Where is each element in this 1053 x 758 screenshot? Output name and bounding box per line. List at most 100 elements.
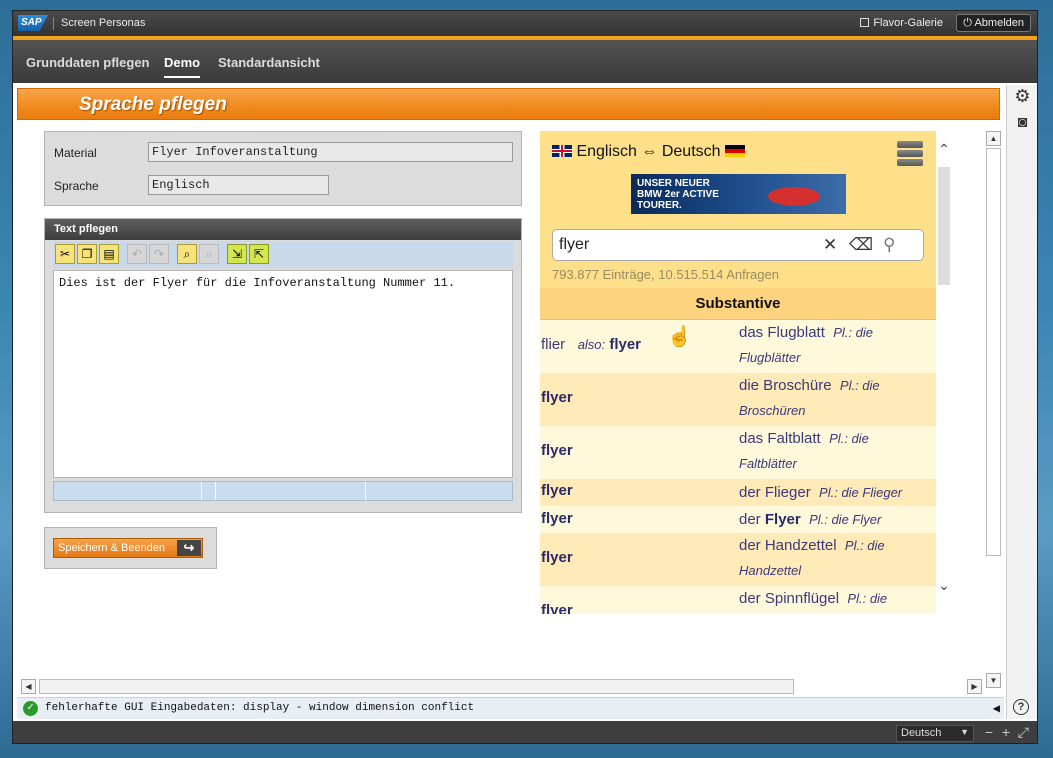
entry-de-prefix: der <box>739 511 765 528</box>
tab-demo[interactable]: Demo <box>164 55 201 78</box>
scroll-left-icon[interactable]: ◀ <box>21 679 36 694</box>
redo-icon[interactable]: ↷ <box>149 244 169 264</box>
copy-icon[interactable]: ❐ <box>77 244 97 264</box>
personas-window: SAP Screen Personas Flavor-Galerie ⏻ Abm… <box>12 10 1038 744</box>
dictionary-scrollbar[interactable]: ⌃ ⌄ <box>936 131 952 614</box>
fullscreen-icon[interactable]: ⤢ <box>1018 724 1029 741</box>
entry-de: das Faltblatt Pl.: die Faltblätter <box>739 426 929 476</box>
horizontal-scrollbar[interactable]: ◀ ▶ <box>21 679 987 695</box>
entry-en: flier also: flyer <box>541 336 641 353</box>
entry-de-word: der Flieger <box>739 484 811 501</box>
main-vertical-scrollbar[interactable]: ▲ ▼ <box>985 131 1002 696</box>
tab-standardansicht[interactable]: Standardansicht <box>218 55 320 70</box>
entry-en: flyer <box>541 442 573 459</box>
find-icon[interactable]: ⌕ <box>177 244 197 264</box>
record-icon[interactable]: ◙ <box>1013 113 1032 132</box>
tab-grunddaten[interactable]: Grunddaten pflegen <box>26 55 150 70</box>
language-select[interactable]: Deutsch ▼ <box>896 725 974 742</box>
zoom-out-icon[interactable]: − <box>985 724 993 740</box>
material-group: Material Flyer Infoveranstaltung Sprache… <box>44 131 522 206</box>
dictionary-stats: 793.877 Einträge, 10.515.514 Anfragen <box>552 267 779 282</box>
list-item[interactable]: flier also: flyer ☝ das Flugblatt Pl.: d… <box>540 320 936 373</box>
help-icon[interactable]: ? <box>1013 699 1029 715</box>
text-panel: Text pflegen ✂ ❐ ▤ ↶ ↷ ⌕ ⌕ ⇲ ⇱ Dies ist … <box>44 218 522 513</box>
settings-icon[interactable]: ⚙ <box>1013 87 1032 106</box>
uk-flag-icon <box>552 145 572 157</box>
car-image <box>754 182 834 206</box>
cut-icon[interactable]: ✂ <box>55 244 75 264</box>
paste-icon[interactable]: ▤ <box>99 244 119 264</box>
material-field[interactable]: Flyer Infoveranstaltung <box>148 142 513 162</box>
entry-also-word: flyer <box>609 336 642 353</box>
scroll-up-icon[interactable]: ⌃ <box>936 141 952 158</box>
find-next-icon[interactable]: ⌕ <box>199 244 219 264</box>
editor-status-strip <box>53 481 513 501</box>
language-field[interactable]: Englisch <box>148 175 329 195</box>
dictionary-header: Englisch ⇔ Deutsch UNSER NEUER BMW 2er A… <box>540 131 936 288</box>
entry-en-word: flyer <box>541 602 573 614</box>
scroll-right-icon[interactable]: ▶ <box>967 679 982 694</box>
flavor-gallery-link[interactable]: Flavor-Galerie <box>860 17 943 30</box>
list-item[interactable]: flyer das Faltblatt Pl.: die Faltblätter <box>540 426 936 479</box>
status-message: fehlerhafte GUI Eingabedaten: display - … <box>45 702 475 714</box>
power-icon: ⏻ <box>963 17 975 29</box>
swap-arrow-icon[interactable]: ⇔ <box>641 143 657 160</box>
scroll-down-icon[interactable]: ⌄ <box>936 577 952 594</box>
entry-gram: Pl.: die Flyer <box>809 512 882 527</box>
entry-de: die Broschüre Pl.: die Broschüren <box>739 373 929 423</box>
chevron-down-icon: ▼ <box>960 727 969 737</box>
list-item[interactable]: flyer der Handzettel Pl.: die Handzettel <box>540 533 936 586</box>
scroll-track[interactable] <box>986 148 1001 556</box>
text-editor[interactable]: Dies ist der Flyer für die Infoveranstal… <box>53 270 513 478</box>
list-item[interactable]: flyer der Flieger Pl.: die Flieger <box>540 479 936 506</box>
exit-arrow-icon: ↪ <box>177 540 201 556</box>
entry-en-word: flier <box>541 336 566 353</box>
entry-en: flyer <box>541 482 573 499</box>
scroll-down-icon[interactable]: ▼ <box>986 673 1001 688</box>
german-flag-icon <box>725 145 745 157</box>
app-title: Screen Personas <box>53 17 145 30</box>
language-pair: Englisch ⇔ Deutsch <box>552 143 745 161</box>
menu-icon[interactable] <box>897 141 923 169</box>
logout-label: Abmelden <box>974 17 1024 29</box>
export-icon[interactable]: ⇱ <box>249 244 269 264</box>
text-panel-title: Text pflegen <box>45 219 521 240</box>
status-bar: ✓ fehlerhafte GUI Eingabedaten: display … <box>17 697 1004 719</box>
entry-en-word: flyer <box>541 442 573 459</box>
search-input[interactable]: flyer <box>559 236 589 254</box>
hand-cursor-icon: ☝ <box>667 326 692 348</box>
backspace-icon[interactable]: ⌫ <box>849 235 873 255</box>
list-item[interactable]: flyer der Spinnflügel Pl.: die <box>540 586 936 614</box>
entry-de: der Spinnflügel Pl.: die <box>739 586 929 611</box>
entry-de: der Flyer Pl.: die Flyer <box>739 507 929 532</box>
search-icon[interactable]: ⚲ <box>883 235 895 255</box>
import-icon[interactable]: ⇲ <box>227 244 247 264</box>
clear-icon[interactable]: ✕ <box>823 235 837 255</box>
entry-also: also: <box>577 337 606 352</box>
main-content: Sprache pflegen Material Flyer Infoveran… <box>17 85 1004 705</box>
success-icon: ✓ <box>23 701 38 716</box>
entry-de-word: die Broschüre <box>739 377 832 394</box>
dictionary-widget: Englisch ⇔ Deutsch UNSER NEUER BMW 2er A… <box>540 131 952 614</box>
bmw-advert[interactable]: UNSER NEUER BMW 2er ACTIVE TOURER. <box>631 174 846 214</box>
entry-en: flyer <box>541 389 573 406</box>
dictionary-search[interactable]: flyer ✕ ⌫ ⚲ <box>552 229 924 261</box>
logout-button[interactable]: ⏻ Abmelden <box>956 14 1031 32</box>
scroll-up-icon[interactable]: ▲ <box>986 131 1001 146</box>
list-item[interactable]: flyer die Broschüre Pl.: die Broschüren <box>540 373 936 426</box>
zoom-in-icon[interactable]: + <box>1002 724 1010 740</box>
list-item[interactable]: flyer der Flyer Pl.: die Flyer <box>540 506 936 533</box>
entry-de-word: der Spinnflügel <box>739 590 840 607</box>
undo-icon[interactable]: ↶ <box>127 244 147 264</box>
gallery-icon <box>860 18 870 27</box>
text-toolbar: ✂ ❐ ▤ ↶ ↷ ⌕ ⌕ ⇲ ⇱ <box>53 241 513 268</box>
entry-gram: Pl.: die <box>847 591 888 606</box>
lang-from: Englisch <box>576 143 637 160</box>
scroll-track[interactable] <box>39 679 794 694</box>
save-and-exit-button[interactable]: Speichern & Beenden ↪ <box>53 538 203 558</box>
material-label: Material <box>54 146 97 160</box>
collapse-arrow-icon[interactable]: ◀ <box>993 701 1000 716</box>
language-label: Sprache <box>54 179 99 193</box>
scroll-thumb[interactable] <box>938 167 950 285</box>
section-header: Substantive <box>540 288 936 320</box>
